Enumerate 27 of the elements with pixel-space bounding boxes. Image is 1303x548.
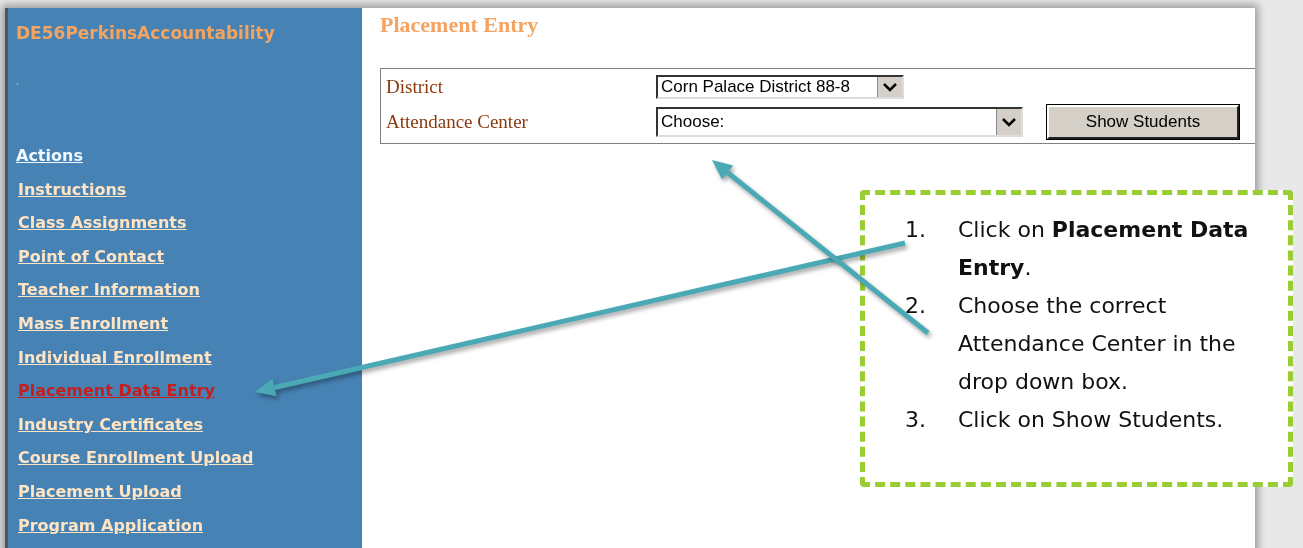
step-number: 1. xyxy=(905,216,927,244)
sidebar-link[interactable]: Placement Upload xyxy=(18,480,182,503)
sidebar-link[interactable]: Class Assignments xyxy=(18,212,187,235)
page-title: Placement Entry xyxy=(380,12,539,38)
field-label: District xyxy=(386,76,443,98)
sidebar-link[interactable]: Industry Certificates xyxy=(18,413,204,436)
app-title: DE56PerkinsAccountability xyxy=(16,22,276,44)
dropdown-select[interactable]: Corn Palace District 88-8 xyxy=(656,75,904,99)
step-text: Click on Placement Data Entry. xyxy=(958,216,1250,282)
chevron-icon xyxy=(883,82,897,92)
sidebar-link[interactable]: Teacher Information xyxy=(18,279,200,302)
actions-heading[interactable]: Actions xyxy=(16,145,83,167)
sidebar-link[interactable]: Mass Enrollment xyxy=(18,312,169,335)
step-number: 3. xyxy=(905,406,927,434)
field-label: Attendance Center xyxy=(386,111,528,133)
sidebar-link[interactable]: Program Application xyxy=(18,514,204,537)
sidebar-link[interactable]: Point of Contact xyxy=(18,245,165,268)
sidebar-link[interactable]: Course Enrollment Upload xyxy=(18,447,254,470)
sidebar-link[interactable]: Instructions xyxy=(18,178,127,201)
app-subtitle: . xyxy=(16,78,20,87)
step-text: Choose the correct Attendance Center in the drop down box. xyxy=(958,292,1237,396)
step-number: 2. xyxy=(905,292,927,320)
dropdown-select[interactable]: Choose: xyxy=(656,107,1023,137)
sidebar-link[interactable]: Individual Enrollment xyxy=(18,346,212,369)
chevron-icon xyxy=(1002,117,1016,127)
step-text: Click on Show Students. xyxy=(958,406,1224,434)
show-students-button[interactable]: Show Students xyxy=(1047,105,1239,139)
